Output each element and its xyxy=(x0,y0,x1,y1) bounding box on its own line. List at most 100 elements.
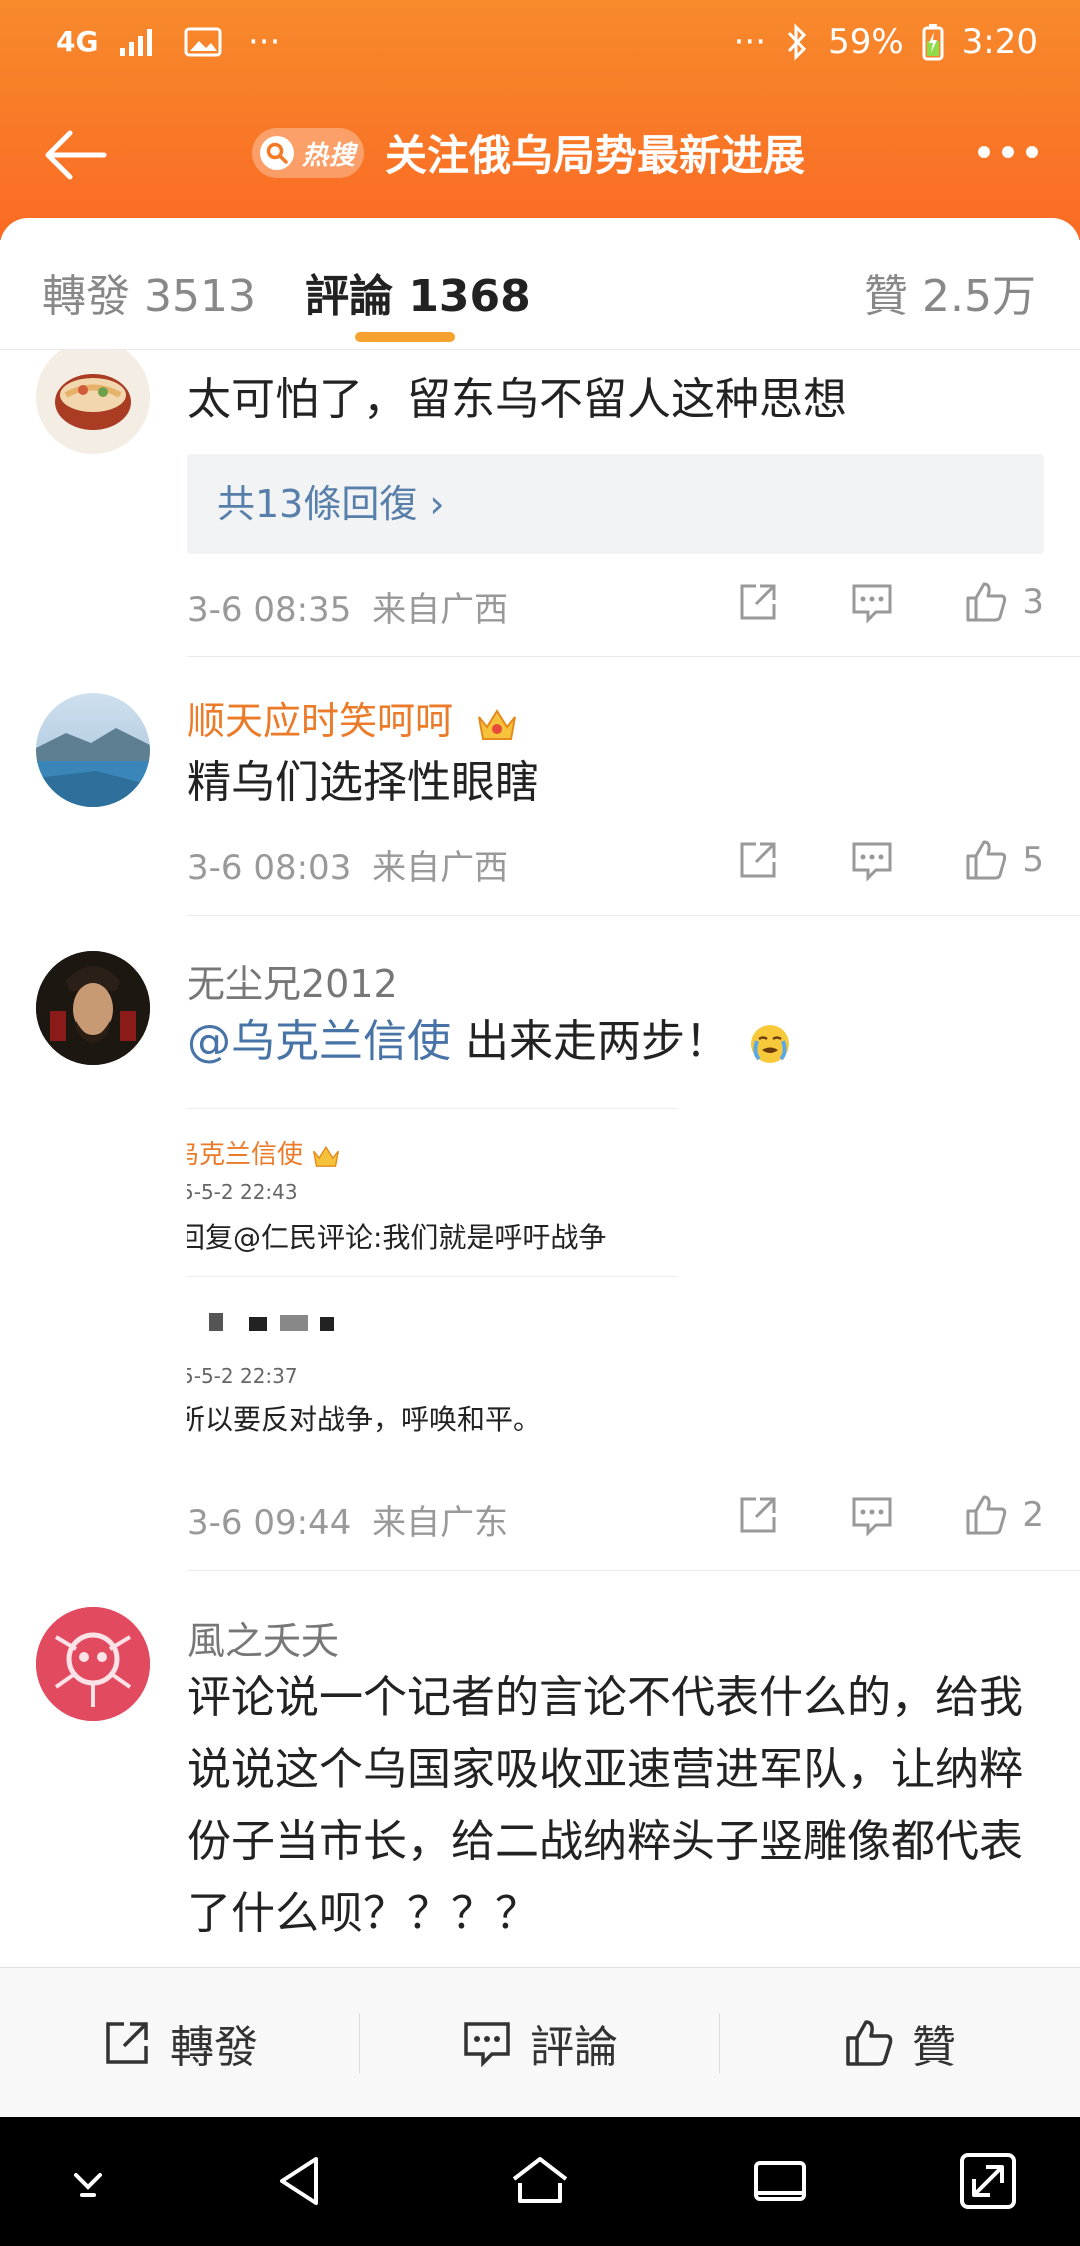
battery-percent: 59% xyxy=(828,22,904,62)
comment-actions: 5 xyxy=(666,838,1044,882)
status-dots-icon: ··· xyxy=(733,22,767,62)
comment-text: 精乌们选择性眼瞎 xyxy=(187,757,539,808)
comment-location: 来自广西 xyxy=(372,848,509,888)
comment-meta: 3-6 09:44 来自广东 xyxy=(187,1495,508,1544)
status-bar: 4G ··· ··· 59% 3:20 xyxy=(0,22,1080,72)
comment-author[interactable]: 風之夭夭 xyxy=(187,1610,339,1665)
app-root: 4G ··· ··· 59% 3:20 热搜 关注俄乌局势最新进展 轉發 351… xyxy=(0,0,1080,2246)
embed-author: 乌克兰信使 xyxy=(187,1134,341,1171)
share-icon xyxy=(740,1497,776,1533)
repost-label: 轉發 xyxy=(170,2022,258,2073)
network-indicator: 4G xyxy=(56,25,99,58)
like-count: 5 xyxy=(1022,840,1044,880)
comment-time: 3-6 09:44 xyxy=(187,1503,352,1543)
comment-actions: 2 xyxy=(666,1493,1044,1537)
view-replies-link[interactable]: 共13條回復 › xyxy=(187,454,1044,554)
hot-search-badge[interactable]: 热搜 xyxy=(252,128,364,178)
vip-crown-icon xyxy=(478,708,517,740)
bluetooth-icon xyxy=(787,23,807,61)
thumbs-up-icon xyxy=(966,1495,1007,1535)
reply-button[interactable] xyxy=(850,1493,894,1537)
like-button[interactable]: 5 xyxy=(964,838,1044,882)
thumbs-up-icon xyxy=(966,840,1007,880)
active-tab-indicator xyxy=(355,332,455,342)
divider xyxy=(187,656,1080,657)
clock: 3:20 xyxy=(961,22,1038,62)
embed-time: 5-5-2 22:37 xyxy=(187,1364,298,1388)
tab-repost[interactable]: 轉發 3513 xyxy=(42,260,256,324)
comment-list[interactable]: 太可怕了，留东乌不留人这种思想 共13條回復 › 3-6 08:35 来自广西 … xyxy=(0,350,1080,1967)
tab-bar: 轉發 3513 評論 1368 贊 2.5万 xyxy=(0,218,1080,350)
header: 4G ··· ··· 59% 3:20 热搜 关注俄乌局势最新进展 xyxy=(0,0,1080,240)
comment-label: 評論 xyxy=(530,2022,618,2073)
share-button[interactable] xyxy=(736,1493,780,1537)
comment-icon xyxy=(464,2022,510,2068)
share-icon xyxy=(740,842,776,878)
share-button[interactable] xyxy=(736,838,780,882)
embed-text: 所以要反对战争，呼唤和平。 xyxy=(187,1403,542,1436)
comment-time: 3-6 08:35 xyxy=(187,590,352,630)
embed-text: 回复@仁民评论:我们就是呼吁战争 xyxy=(187,1221,607,1254)
comment-author[interactable]: 无尘兄2012 xyxy=(187,953,398,1008)
comment-icon xyxy=(852,842,892,882)
title-bar: 热搜 关注俄乌局势最新进展 xyxy=(0,110,1080,200)
nav-home-icon[interactable] xyxy=(508,2149,572,2213)
avatar[interactable] xyxy=(36,1607,150,1721)
share-button[interactable] xyxy=(736,580,780,624)
comment-meta: 3-6 08:35 来自广西 xyxy=(187,582,508,631)
like-button[interactable]: 贊 xyxy=(720,1968,1080,2118)
comment-meta: 3-6 08:03 来自广西 xyxy=(187,840,508,889)
repost-button[interactable]: 轉發 xyxy=(0,1968,360,2118)
nav-back-icon[interactable] xyxy=(268,2149,332,2213)
comment-icon xyxy=(852,1497,892,1537)
like-label: 贊 xyxy=(912,2022,956,2073)
like-button[interactable]: 3 xyxy=(964,580,1044,624)
comment-time: 3-6 08:03 xyxy=(187,848,352,888)
system-navigation-bar xyxy=(0,2117,1080,2246)
crying-emoji-icon xyxy=(751,1025,789,1063)
comment-button[interactable]: 評論 xyxy=(360,1968,720,2118)
like-count: 2 xyxy=(1022,1495,1044,1535)
comment-actions: 3 xyxy=(666,580,1044,624)
search-icon xyxy=(260,136,294,170)
comment-author[interactable]: 顺天应时笑呵呵 xyxy=(187,690,519,745)
divider xyxy=(187,1570,1080,1571)
share-icon xyxy=(106,2022,148,2064)
like-count: 3 xyxy=(1022,582,1044,622)
tab-comments[interactable]: 評論 1368 xyxy=(305,260,531,324)
bottom-action-bar: 轉發 評論 贊 xyxy=(0,1967,1080,2117)
more-options-icon[interactable] xyxy=(978,146,1038,158)
nav-recent-apps-icon[interactable] xyxy=(748,2149,812,2213)
battery-charging-icon xyxy=(922,24,944,61)
avatar[interactable] xyxy=(36,693,150,807)
more-notifications-icon: ··· xyxy=(248,22,281,62)
image-notification-icon xyxy=(184,27,222,57)
comment-icon xyxy=(852,584,892,624)
reply-button[interactable] xyxy=(850,580,894,624)
avatar[interactable] xyxy=(36,350,150,454)
embed-time: 5-5-2 22:43 xyxy=(187,1180,298,1204)
comment-location: 来自广西 xyxy=(372,590,509,630)
hide-keyboard-icon[interactable] xyxy=(56,2149,120,2213)
share-icon xyxy=(740,584,776,620)
mention-link[interactable]: @乌克兰信使 xyxy=(187,1016,451,1067)
page-title: 关注俄乌局势最新进展 xyxy=(385,131,806,180)
reply-button[interactable] xyxy=(850,838,894,882)
tab-likes[interactable]: 贊 2.5万 xyxy=(864,260,1036,324)
hot-search-label: 热搜 xyxy=(302,140,357,171)
back-arrow-icon[interactable] xyxy=(40,128,110,182)
thumbs-up-icon xyxy=(966,582,1007,622)
thumbs-up-icon xyxy=(846,2020,893,2066)
comment-text: 评论说一个记者的言论不代表什么的，给我说说这个乌国家吸收亚速营进军队，让纳粹份子… xyxy=(187,1672,1023,1939)
comment-location: 来自广东 xyxy=(372,1503,509,1543)
vip-crown-icon xyxy=(313,1145,340,1167)
divider xyxy=(187,915,1080,916)
rotate-screen-icon[interactable] xyxy=(956,2149,1020,2213)
avatar[interactable] xyxy=(36,951,150,1065)
like-button[interactable]: 2 xyxy=(964,1493,1044,1537)
comment-text: @乌克兰信使 出来走两步！ xyxy=(187,1006,1044,1078)
embedded-screenshot[interactable]: 乌克兰信使 5-5-2 22:43 回复@仁民评论:我们就是呼吁战争 5-5-2… xyxy=(187,1108,677,1453)
embed-censored-name xyxy=(209,1308,334,1338)
comment-text: 太可怕了，留东乌不留人这种思想 xyxy=(187,374,847,425)
signal-icon xyxy=(120,29,152,56)
